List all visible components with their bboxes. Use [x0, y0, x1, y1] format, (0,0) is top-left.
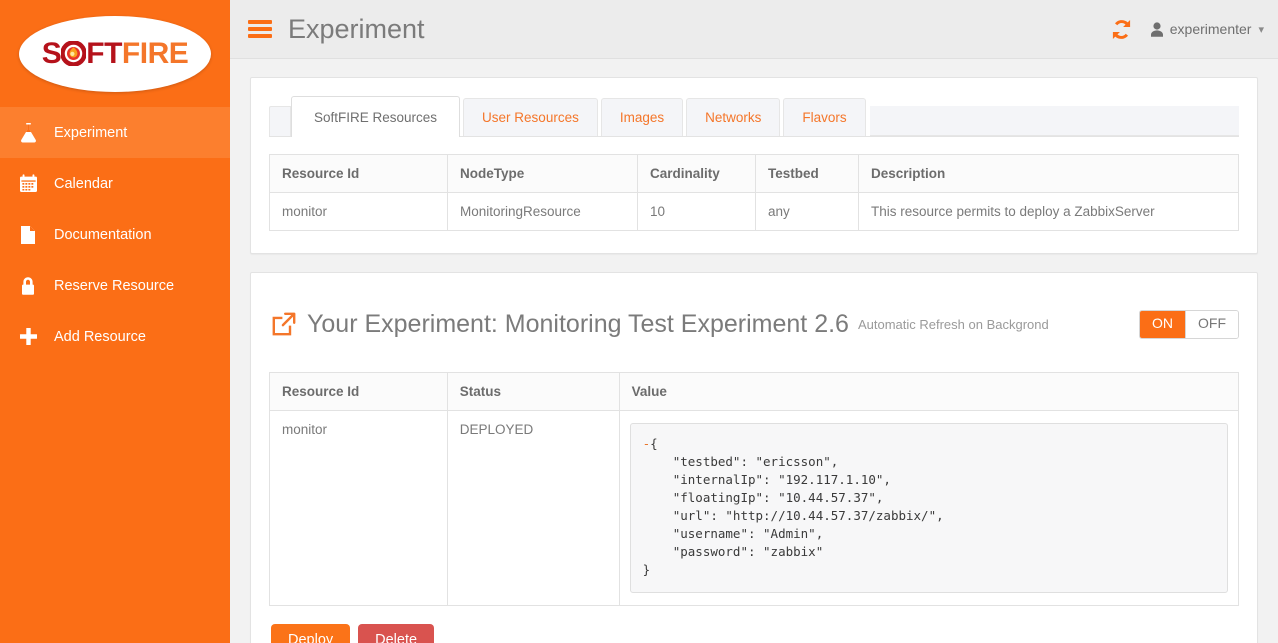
cell-resource-id: monitor — [269, 409, 448, 606]
tabs-bar: SoftFIRE Resources User Resources Images… — [269, 96, 1239, 137]
page-title: Experiment — [288, 13, 425, 44]
o-flame-icon — [61, 40, 87, 66]
sidebar-item-label: Add Resource — [54, 328, 146, 345]
column-header-description: Description — [858, 154, 1239, 193]
user-icon — [1150, 21, 1164, 37]
experiment-table-body: monitor DEPLOYED -{ "testbed": "ericsson… — [269, 409, 1240, 606]
auto-refresh-toggle: ON OFF — [1139, 310, 1239, 339]
external-link-icon[interactable] — [271, 311, 297, 337]
table-row: monitor MonitoringResource 10 any This r… — [269, 192, 1239, 231]
hamburger-bar — [248, 27, 272, 31]
experiment-table: Resource Id Status Value monitor DEPLOYE… — [269, 371, 1240, 606]
cell-resource-id: monitor — [269, 192, 448, 231]
logo-text: S FTFIRE — [41, 36, 189, 70]
tab-networks[interactable]: Networks — [686, 98, 781, 136]
app-root: S FTFIRE Experiment Calendar Documentati… — [0, 0, 1278, 643]
softfire-resources-panel: SoftFIRE Resources User Resources Images… — [250, 77, 1258, 254]
tab-flavors[interactable]: Flavors — [783, 98, 866, 136]
column-header-resource-id: Resource Id — [269, 154, 448, 193]
experiment-actions: Deploy Delete — [269, 623, 1239, 643]
toggle-off-button[interactable]: OFF — [1186, 311, 1238, 338]
hamburger-bar — [248, 20, 272, 24]
tab-images[interactable]: Images — [600, 98, 684, 136]
toggle-on-button[interactable]: ON — [1140, 311, 1185, 338]
sidebar-item-calendar[interactable]: Calendar — [0, 158, 230, 209]
sidebar-item-reserve-resource[interactable]: Reserve Resource — [0, 260, 230, 311]
sidebar-item-label: Calendar — [54, 175, 113, 192]
page-content: SoftFIRE Resources User Resources Images… — [230, 59, 1278, 643]
column-header-nodetype: NodeType — [447, 154, 638, 193]
tab-label: Images — [619, 110, 665, 125]
cell-testbed: any — [755, 192, 859, 231]
sidebar-item-documentation[interactable]: Documentation — [0, 209, 230, 260]
flask-icon — [12, 122, 44, 144]
experiment-table-head: Resource Id Status Value — [269, 371, 1240, 411]
logo-ellipse: S FTFIRE — [19, 15, 211, 92]
logo-s: S — [41, 36, 62, 70]
table-row: monitor DEPLOYED -{ "testbed": "ericsson… — [269, 409, 1240, 606]
cell-nodetype: MonitoringResource — [447, 192, 638, 231]
tab-strip-filler — [869, 106, 1239, 136]
chevron-down-icon: ▾ — [1258, 23, 1264, 36]
resources-table: Resource Id NodeType Cardinality Testbed… — [269, 154, 1239, 231]
topbar-actions: experimenter ▾ — [1109, 17, 1264, 42]
cell-value: -{ "testbed": "ericsson", "internalIp": … — [618, 409, 1240, 606]
delete-button[interactable]: Delete — [358, 623, 435, 643]
tab-softfire-resources[interactable]: SoftFIRE Resources — [291, 96, 461, 137]
auto-refresh-label: Automatic Refresh on Backgrond — [857, 316, 1049, 332]
main-area: Experiment experimenter ▾ SoftFIRE Resou… — [230, 0, 1278, 643]
document-icon — [12, 224, 44, 246]
deploy-button[interactable]: Deploy — [271, 623, 351, 643]
plus-icon — [12, 326, 44, 348]
json-viewer[interactable]: -{ "testbed": "ericsson", "internalIp": … — [629, 422, 1228, 593]
tab-user-resources[interactable]: User Resources — [463, 98, 598, 136]
brand-logo[interactable]: S FTFIRE — [0, 0, 230, 107]
sidebar-item-experiment[interactable]: Experiment — [0, 107, 230, 158]
sidebar-nav: Experiment Calendar Documentation Reserv… — [0, 107, 230, 362]
table-header-row: Resource Id NodeType Cardinality Testbed… — [269, 154, 1239, 193]
json-collapse-toggle[interactable]: - — [643, 436, 651, 451]
sidebar: S FTFIRE Experiment Calendar Documentati… — [0, 0, 230, 643]
column-header-value: Value — [618, 371, 1240, 411]
tab-label: Flavors — [802, 110, 847, 125]
column-header-testbed: Testbed — [755, 154, 859, 193]
cell-cardinality: 10 — [637, 192, 756, 231]
logo-fire: FIRE — [121, 36, 189, 70]
column-header-status: Status — [446, 371, 620, 411]
hamburger-icon[interactable] — [248, 20, 272, 38]
column-header-cardinality: Cardinality — [637, 154, 756, 193]
experiment-header: Your Experiment: Monitoring Test Experim… — [269, 289, 1239, 370]
experiment-panel: Your Experiment: Monitoring Test Experim… — [250, 272, 1258, 643]
topbar: Experiment experimenter ▾ — [230, 0, 1278, 59]
sidebar-item-label: Reserve Resource — [54, 277, 175, 294]
table-header-row: Resource Id Status Value — [269, 371, 1240, 411]
resources-table-head: Resource Id NodeType Cardinality Testbed… — [269, 154, 1239, 193]
calendar-icon — [12, 173, 44, 195]
tab-label: User Resources — [482, 110, 579, 125]
sidebar-item-label: Experiment — [54, 124, 128, 141]
experiment-title: Your Experiment: Monitoring Test Experim… — [307, 309, 849, 338]
sidebar-item-add-resource[interactable]: Add Resource — [0, 311, 230, 362]
refresh-icon[interactable] — [1109, 17, 1134, 42]
cell-status: DEPLOYED — [446, 409, 620, 606]
column-header-resource-id: Resource Id — [269, 371, 448, 411]
username-label: experimenter — [1169, 21, 1252, 37]
tab-label: Networks — [705, 110, 762, 125]
tab-strip-lead — [269, 106, 291, 136]
json-content: { "testbed": "ericsson", "internalIp": "… — [642, 435, 944, 577]
user-menu[interactable]: experimenter ▾ — [1150, 21, 1264, 37]
sidebar-item-label: Documentation — [54, 226, 152, 243]
tab-label: SoftFIRE Resources — [314, 109, 438, 125]
logo-ft: FT — [86, 36, 122, 70]
resources-table-body: monitor MonitoringResource 10 any This r… — [269, 192, 1239, 231]
cell-description: This resource permits to deploy a Zabbix… — [858, 192, 1239, 231]
hamburger-bar — [248, 34, 272, 38]
lock-icon — [12, 275, 44, 297]
